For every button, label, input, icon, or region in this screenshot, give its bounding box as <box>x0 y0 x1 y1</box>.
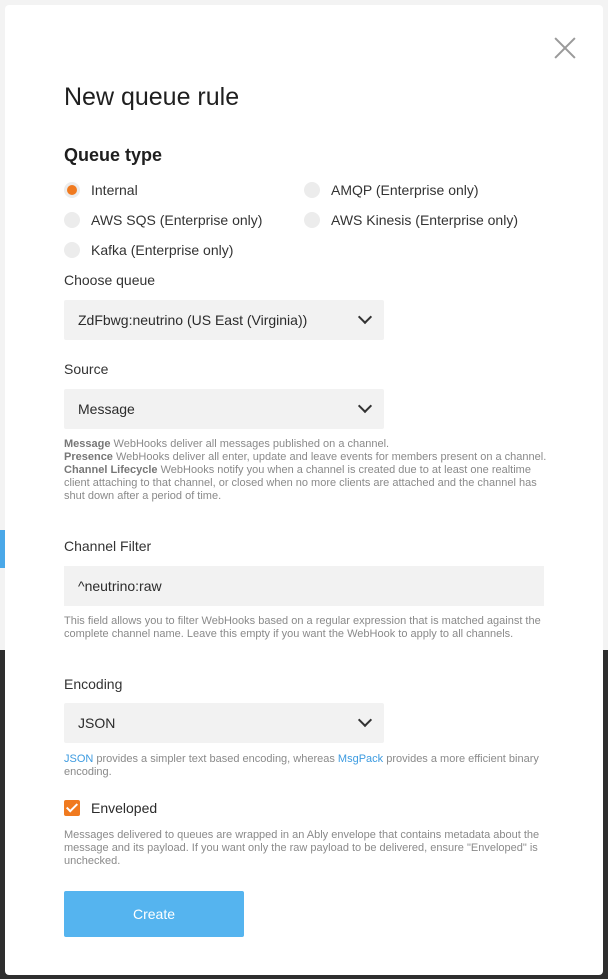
chevron-down-icon <box>357 712 373 728</box>
help-message: Message WebHooks deliver all messages pu… <box>64 438 390 450</box>
checkmark-icon <box>64 800 80 816</box>
radio-unchecked-icon <box>64 212 80 228</box>
radio-unchecked-icon <box>304 212 320 228</box>
chevron-down-icon <box>357 309 373 325</box>
channel-filter-help: This field allows you to filter WebHooks… <box>64 615 541 640</box>
radio-label: AWS SQS (Enterprise only) <box>91 212 263 228</box>
modal-title: New queue rule <box>64 83 240 111</box>
radio-kafka[interactable]: Kafka (Enterprise only) <box>64 242 233 258</box>
enveloped-checkbox[interactable]: Enveloped <box>64 800 157 816</box>
channel-filter-input[interactable] <box>64 566 544 606</box>
chevron-down-icon <box>357 398 373 414</box>
radio-label: Kafka (Enterprise only) <box>91 242 234 258</box>
enveloped-label: Enveloped <box>91 800 158 816</box>
choose-queue-select[interactable]: ZdFbwg:neutrino (US East (Virginia)) <box>64 300 384 340</box>
radio-amqp[interactable]: AMQP (Enterprise only) <box>304 182 479 198</box>
close-icon[interactable] <box>554 37 576 59</box>
encoding-help: JSON provides a simpler text based encod… <box>64 753 539 778</box>
channel-filter-label: Channel Filter <box>64 538 152 554</box>
source-select[interactable]: Message <box>64 389 384 429</box>
source-label: Source <box>64 361 109 377</box>
msgpack-link[interactable]: MsgPack <box>338 753 383 765</box>
radio-unchecked-icon <box>64 242 80 258</box>
source-value: Message <box>78 401 135 417</box>
encoding-select[interactable]: JSON <box>64 703 384 743</box>
encoding-label: Encoding <box>64 676 123 692</box>
new-queue-rule-modal: New queue rule Queue type Internal AMQP … <box>5 5 603 975</box>
choose-queue-label: Choose queue <box>64 272 156 288</box>
radio-label: AMQP (Enterprise only) <box>331 182 479 198</box>
radio-internal[interactable]: Internal <box>64 182 138 198</box>
choose-queue-value: ZdFbwg:neutrino (US East (Virginia)) <box>78 312 308 328</box>
enveloped-help: Messages delivered to queues are wrapped… <box>64 829 540 867</box>
queue-type-heading: Queue type <box>64 145 163 165</box>
encoding-value: JSON <box>78 715 116 731</box>
radio-label: Internal <box>91 182 138 198</box>
radio-checked-icon <box>64 182 80 198</box>
radio-aws-sqs[interactable]: AWS SQS (Enterprise only) <box>64 212 262 228</box>
json-link[interactable]: JSON <box>64 753 93 765</box>
help-channel-lifecycle: Channel Lifecycle WebHooks notify you wh… <box>64 464 537 502</box>
radio-label: AWS Kinesis (Enterprise only) <box>331 212 518 228</box>
source-help: Message WebHooks deliver all messages pu… <box>64 438 554 503</box>
help-presence: Presence WebHooks deliver all enter, upd… <box>64 451 547 463</box>
radio-aws-kinesis[interactable]: AWS Kinesis (Enterprise only) <box>304 212 518 228</box>
create-button[interactable]: Create <box>64 891 244 937</box>
radio-unchecked-icon <box>304 182 320 198</box>
